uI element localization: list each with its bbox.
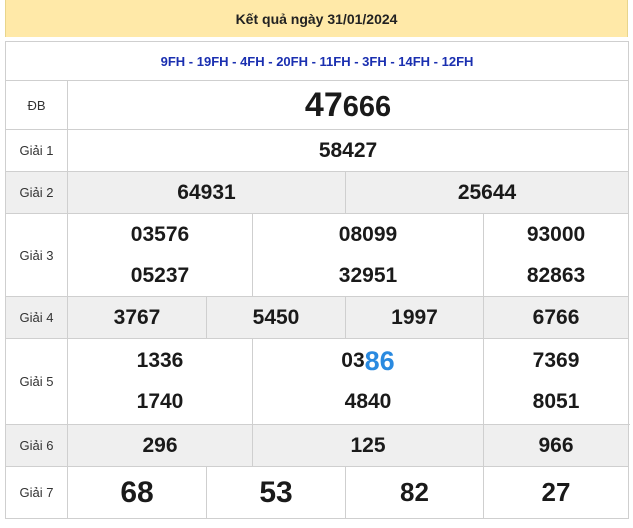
g1-number: 58427 bbox=[66, 129, 630, 172]
g6-number: 296 bbox=[67, 424, 253, 467]
g5-number: 1740 bbox=[136, 390, 184, 413]
g7-number: 27 bbox=[482, 466, 630, 519]
row-g7: Giải 7 68 53 82 27 bbox=[5, 466, 630, 519]
g5-number: 4840 bbox=[344, 390, 392, 413]
g2-number: 64931 bbox=[67, 171, 346, 214]
special-prefix: 47 bbox=[304, 85, 343, 124]
label-g2: Giải 2 bbox=[5, 171, 68, 214]
g5-col: 03 86 4840 bbox=[252, 338, 484, 425]
g7-number: 53 bbox=[206, 466, 346, 519]
results-table: 9FH - 19FH - 4FH - 20FH - 11FH - 3FH - 1… bbox=[4, 41, 630, 519]
g5-prefix: 03 bbox=[341, 349, 365, 372]
g5-number: 7369 bbox=[532, 349, 580, 372]
label-g6: Giải 6 bbox=[5, 424, 68, 467]
g3-number: 05237 bbox=[130, 263, 190, 287]
g5-highlight: 86 bbox=[364, 345, 395, 376]
g5-number: 8051 bbox=[532, 390, 580, 413]
g3-col: 08099 32951 bbox=[252, 213, 484, 297]
g3-col: 03576 05237 bbox=[67, 213, 253, 297]
label-g5: Giải 5 bbox=[5, 338, 68, 425]
g3-number: 03576 bbox=[130, 222, 190, 246]
g5-col: 7369 8051 bbox=[482, 338, 630, 425]
special-suffix: 666 bbox=[342, 90, 392, 123]
prize-codes: 9FH - 19FH - 4FH - 20FH - 11FH - 3FH - 1… bbox=[4, 41, 630, 81]
row-g4: Giải 4 3767 5450 1997 6766 bbox=[5, 296, 630, 339]
row-db: ĐB 47666 bbox=[5, 80, 630, 130]
row-g3: Giải 3 03576 05237 08099 32951 93000 82863 bbox=[5, 213, 630, 297]
g7-number: 68 bbox=[67, 466, 207, 519]
g5-number: 1336 bbox=[136, 349, 184, 372]
label-db: ĐB bbox=[5, 80, 68, 130]
label-g3: Giải 3 bbox=[5, 213, 68, 297]
g7-number: 82 bbox=[345, 466, 484, 519]
g3-number: 82863 bbox=[526, 263, 586, 287]
g4-number: 1997 bbox=[345, 296, 484, 339]
label-g7: Giải 7 bbox=[5, 466, 68, 519]
special-prize: 47666 bbox=[66, 80, 630, 130]
label-g1: Giải 1 bbox=[5, 129, 68, 172]
results-date-title: Kết quả ngày 31/01/2024 bbox=[5, 0, 628, 37]
row-g1: Giải 1 58427 bbox=[5, 129, 630, 172]
label-g4: Giải 4 bbox=[5, 296, 68, 339]
g6-number: 966 bbox=[482, 424, 630, 467]
g4-number: 6766 bbox=[482, 296, 630, 339]
g3-number: 32951 bbox=[338, 263, 398, 287]
g3-number: 08099 bbox=[338, 222, 398, 246]
results-panel: Kết quả ngày 31/01/2024 9FH - 19FH - 4FH… bbox=[0, 0, 633, 528]
g5-number: 03 86 bbox=[253, 341, 483, 382]
g3-col: 93000 82863 bbox=[482, 213, 630, 297]
g2-number: 25644 bbox=[344, 171, 630, 214]
g3-number: 93000 bbox=[526, 222, 586, 246]
g4-number: 3767 bbox=[67, 296, 207, 339]
g4-number: 5450 bbox=[206, 296, 346, 339]
row-g5: Giải 5 1336 1740 03 86 4840 7369 8051 bbox=[5, 338, 630, 425]
g6-number: 125 bbox=[252, 424, 484, 467]
codes-row: 9FH - 19FH - 4FH - 20FH - 11FH - 3FH - 1… bbox=[4, 41, 630, 81]
row-g6: Giải 6 296 125 966 bbox=[5, 424, 630, 467]
g5-col: 1336 1740 bbox=[67, 338, 253, 425]
row-g2: Giải 2 64931 25644 bbox=[5, 171, 630, 214]
